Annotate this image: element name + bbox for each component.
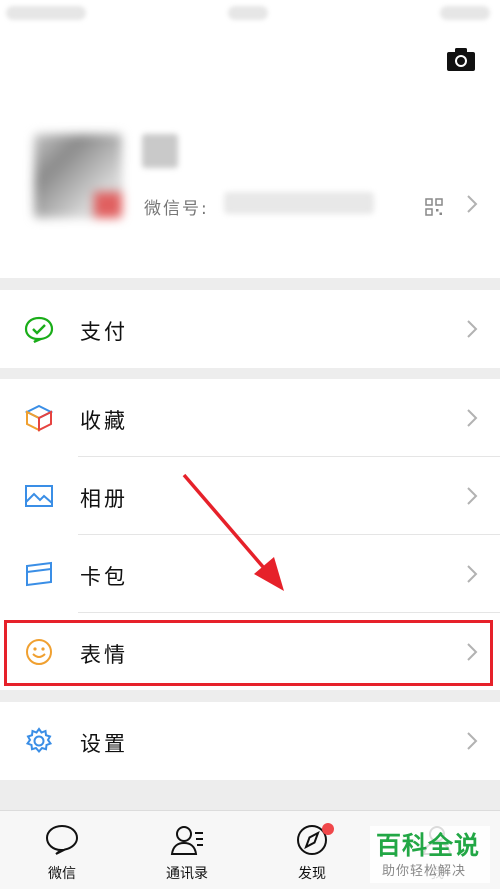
chevron-right-icon [467, 565, 478, 583]
profile-header[interactable]: 微信号: [0, 28, 500, 278]
tab-label-discover: 发现 [298, 866, 326, 882]
camera-icon[interactable] [446, 46, 476, 72]
wxid-label: 微信号: [144, 199, 209, 219]
menu-item-pay[interactable]: 支付 [0, 290, 500, 368]
watermark: 百科全说 助你轻松解决 [370, 826, 490, 883]
card-wallet-icon [26, 561, 52, 587]
chevron-right-icon [467, 487, 478, 505]
chevron-right-icon [467, 320, 478, 338]
menu-label-favorites: 收藏 [80, 409, 128, 433]
chevron-right-icon [467, 195, 478, 213]
chat-bubble-icon [45, 824, 79, 855]
section-settings: 设置 [0, 702, 500, 780]
wallet-check-icon [24, 316, 54, 343]
status-time-blur [228, 6, 268, 20]
menu-item-favorites[interactable]: 收藏 [0, 379, 500, 457]
tab-label-contacts: 通讯录 [166, 866, 208, 882]
menu-label-settings: 设置 [80, 732, 128, 756]
wxid-value-blurred [224, 192, 374, 214]
menu-label-pay: 支付 [80, 320, 128, 344]
nickname-blurred [142, 134, 178, 168]
watermark-title: 百科全说 [376, 831, 481, 860]
section-pay: 支付 [0, 290, 500, 368]
menu-label-album: 相册 [80, 487, 128, 511]
annotation-highlight-box [4, 620, 493, 686]
qr-code-icon[interactable] [425, 198, 443, 216]
menu-label-cards: 卡包 [80, 565, 128, 589]
tab-contacts[interactable]: 通讯录 [137, 811, 237, 889]
watermark-subtitle: 助你轻松解决 [382, 864, 467, 879]
gear-icon [25, 727, 53, 754]
tab-label-chats: 微信 [48, 866, 76, 882]
discover-badge-dot [322, 823, 334, 835]
tab-discover[interactable]: 发现 [262, 811, 362, 889]
status-battery-blur [440, 6, 490, 20]
contacts-icon [170, 826, 203, 855]
menu-item-cards[interactable]: 卡包 [0, 535, 500, 613]
photo-album-icon [25, 485, 53, 507]
chevron-right-icon [467, 409, 478, 427]
tab-chats[interactable]: 微信 [12, 811, 112, 889]
status-carrier-blur [6, 6, 86, 20]
status-bar [0, 0, 500, 28]
avatar[interactable] [34, 134, 122, 218]
menu-item-settings[interactable]: 设置 [0, 702, 500, 780]
menu-item-album[interactable]: 相册 [0, 457, 500, 535]
cube-icon [24, 404, 54, 432]
chevron-right-icon [467, 732, 478, 750]
